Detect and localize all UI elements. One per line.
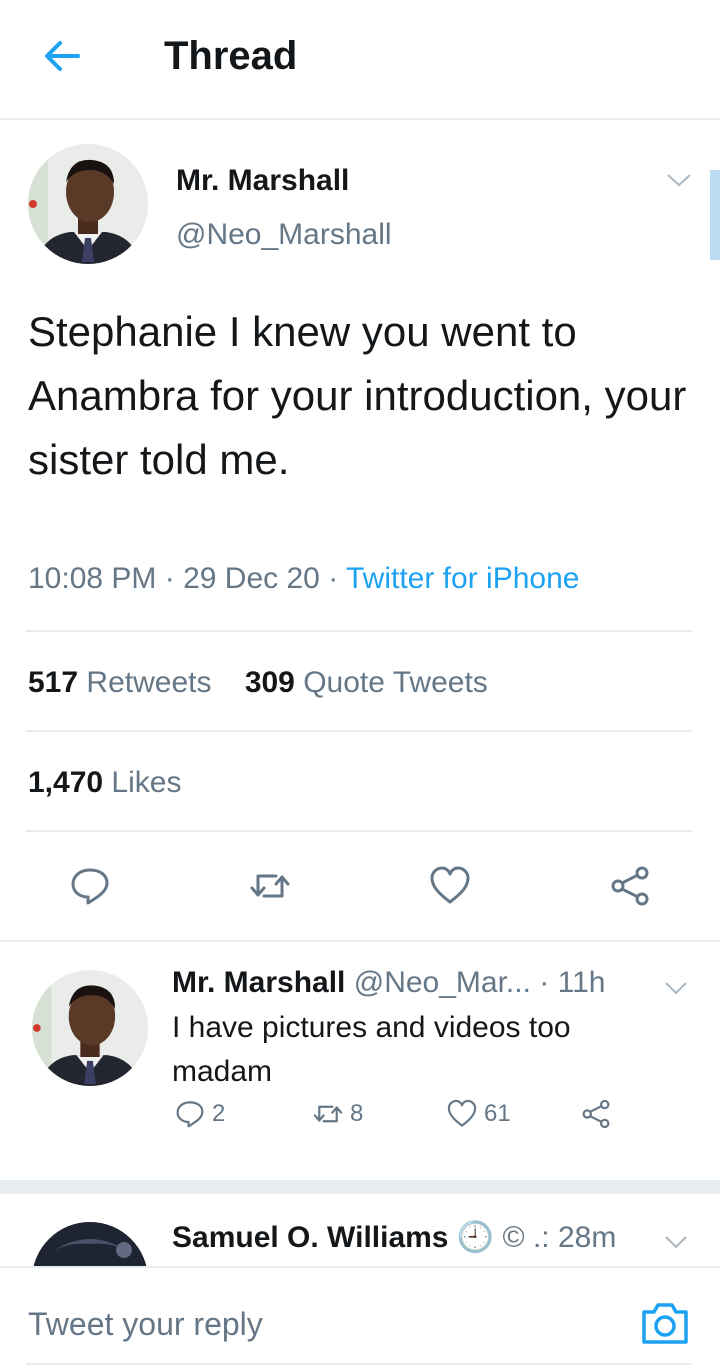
divider [26, 730, 692, 732]
like-icon [447, 1099, 477, 1127]
reply-author-handle[interactable]: 🕘 © .: [457, 1221, 550, 1254]
divider [26, 830, 692, 832]
arrow-left-icon[interactable] [40, 34, 84, 78]
quotes-label: Quote Tweets [303, 666, 488, 699]
reply-time: 28m [558, 1221, 617, 1254]
author-name[interactable]: Mr. Marshall [176, 164, 349, 198]
divider [26, 630, 692, 632]
retweet-icon [313, 1105, 343, 1123]
reply-composer: Tweet your reply [0, 1266, 720, 1371]
chevron-down-icon[interactable] [666, 172, 692, 188]
reply-icon[interactable] [68, 864, 112, 908]
reply-header: Mr. Marshall @Neo_Mar... · 11h [172, 966, 605, 1000]
thread-separator [0, 1180, 720, 1194]
reply-author-name[interactable]: Samuel O. Williams [172, 1221, 449, 1254]
reply-author-handle[interactable]: @Neo_Mar... [354, 966, 531, 999]
reply-button[interactable]: 2 [174, 1094, 225, 1134]
reply-input[interactable]: Tweet your reply [28, 1306, 263, 1343]
reply-time: · 11h [539, 966, 606, 999]
share-icon[interactable] [608, 864, 652, 908]
share-button[interactable] [580, 1094, 618, 1134]
retweet-stats[interactable]: 517 Retweets 309 Quote Tweets [28, 666, 488, 700]
like-button[interactable]: 61 [446, 1094, 511, 1134]
divider [0, 940, 720, 942]
top-bar: Thread [0, 0, 720, 120]
avatar[interactable] [32, 1222, 148, 1266]
reply-count: 2 [212, 1100, 226, 1127]
reply-tweet[interactable]: Samuel O. Williams 🕘 © .: 28m [0, 1196, 720, 1266]
tweet-meta: 10:08 PM · 29 Dec 20 · Twitter for iPhon… [28, 562, 580, 595]
retweets-count: 517 [28, 666, 79, 699]
chevron-down-icon[interactable] [664, 980, 688, 996]
divider [26, 1363, 692, 1365]
reply-header: Samuel O. Williams 🕘 © .: 28m [172, 1220, 616, 1255]
tweet-text: Stephanie I knew you went to Anambra for… [28, 308, 687, 483]
reply-icon [176, 1101, 204, 1128]
like-count: 61 [484, 1100, 511, 1127]
avatar[interactable] [32, 970, 148, 1086]
retweets-label: Retweets [86, 666, 212, 699]
tweet-source[interactable]: Twitter for iPhone [346, 562, 579, 595]
quotes-count: 309 [244, 666, 295, 699]
page-title: Thread [164, 34, 298, 78]
tweet-time: 10:08 PM [28, 562, 157, 595]
tweet-date: 29 Dec 20 [183, 562, 320, 595]
share-icon [582, 1099, 610, 1129]
retweet-icon[interactable] [248, 864, 292, 908]
retweet-count: 8 [350, 1100, 364, 1127]
likes-count: 1,470 [28, 766, 104, 799]
scrollbar[interactable] [710, 170, 720, 260]
chevron-down-icon[interactable] [664, 1234, 688, 1250]
author-handle[interactable]: @Neo_Marshall [176, 218, 392, 252]
tweet-actions [0, 846, 720, 926]
retweet-button[interactable]: 8 [312, 1094, 363, 1134]
avatar[interactable] [28, 144, 148, 264]
like-icon[interactable] [428, 864, 472, 908]
likes-label: Likes [111, 766, 182, 799]
reply-author-name[interactable]: Mr. Marshall [172, 966, 345, 999]
likes-stats[interactable]: 1,470 Likes [28, 766, 181, 800]
reply-text: I have pictures and videos too madam [172, 1011, 571, 1088]
camera-icon[interactable] [640, 1300, 690, 1346]
